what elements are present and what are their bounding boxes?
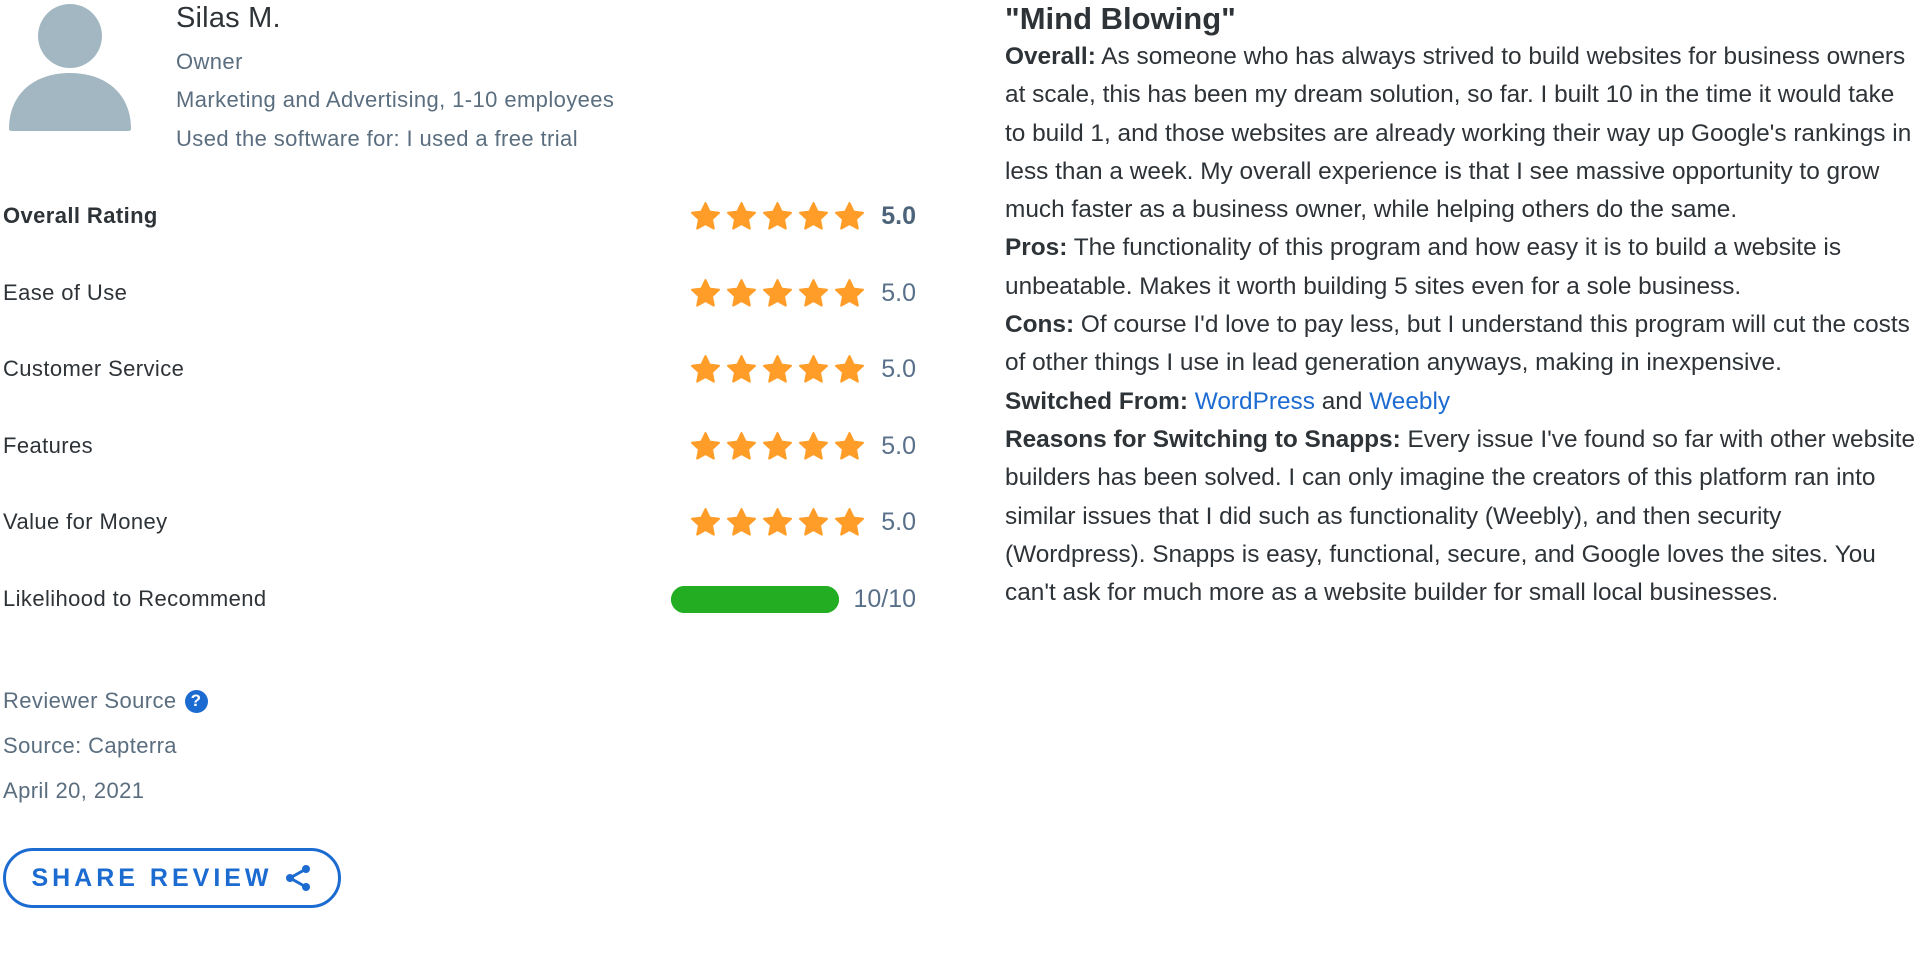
star-icon: [835, 507, 864, 536]
rating-row: Ease of Use 5.0: [0, 273, 916, 313]
reviewer-usage: Used the software for: I used a free tri…: [176, 126, 578, 151]
rating-score: 5.0: [690, 354, 916, 385]
star-icon: [727, 431, 756, 460]
source-text: Source: Capterra: [3, 733, 177, 758]
reviewer-company-size: 1-10 employees: [452, 87, 615, 112]
rating-row: Customer Service 5.0: [0, 349, 916, 389]
review-cons: Cons: Of course I'd love to pay less, bu…: [1005, 306, 1920, 383]
user-silhouette-icon: [9, 4, 131, 131]
rating-label: Value for Money: [3, 509, 168, 534]
rating-row: Value for Money 5.0: [0, 502, 916, 542]
star-icon: [835, 278, 864, 307]
reviewer-source: Reviewer Source ?: [3, 688, 208, 714]
star-rating: [690, 431, 865, 462]
star-icon: [727, 201, 756, 230]
star-icon: [763, 354, 792, 383]
star-icon: [835, 354, 864, 383]
pros-label: Pros:: [1005, 234, 1068, 262]
recommend-row: Likelihood to Recommend 10/10: [0, 579, 916, 619]
star-icon: [727, 354, 756, 383]
switched-conj: and: [1321, 387, 1363, 415]
reviewer-name: Silas M.: [176, 2, 281, 34]
rating-score: 5.0: [690, 431, 916, 462]
rating-score: 5.0: [690, 278, 916, 309]
recommend-progress-fill: [671, 585, 840, 613]
recommend-score: 10/10: [671, 585, 916, 614]
star-icon: [691, 354, 720, 383]
star-icon: [727, 507, 756, 536]
star-icon: [691, 278, 720, 307]
share-review-label: SHARE REVIEW: [31, 863, 273, 892]
star-icon: [799, 278, 828, 307]
review-pros: Pros: The functionality of this program …: [1005, 229, 1920, 306]
star-icon: [763, 431, 792, 460]
rating-score: 5.0: [690, 507, 916, 538]
rating-label: Features: [3, 433, 94, 458]
link-wordpress[interactable]: WordPress: [1195, 388, 1315, 415]
recommend-value: 10/10: [853, 584, 916, 613]
reviewer-role: Owner: [176, 49, 243, 74]
star-icon: [799, 507, 828, 536]
star-icon: [691, 431, 720, 460]
review-switched-from: Switched From: WordPress and Weebly: [1005, 383, 1920, 421]
reasons-label: Reasons for Switching to Snapps:: [1005, 425, 1401, 453]
rating-row: Features 5.0: [0, 426, 916, 466]
pros-text: The functionality of this program and ho…: [1005, 234, 1842, 300]
review-reasons: Reasons for Switching to Snapps: Every i…: [1005, 421, 1920, 612]
link-weebly[interactable]: Weebly: [1369, 388, 1450, 415]
rating-label: Ease of Use: [3, 280, 128, 305]
rating-label: Customer Service: [3, 356, 185, 381]
review-body: "Mind Blowing" Overall: As someone who h…: [1005, 0, 1920, 612]
rating-value: 5.0: [881, 507, 916, 536]
reviewer-industry-size: Marketing and Advertising, 1-10 employee…: [176, 87, 614, 113]
switched-label: Switched From:: [1005, 387, 1188, 415]
review-date: April 20, 2021: [3, 778, 145, 803]
question-circle-icon[interactable]: ?: [184, 689, 208, 713]
star-rating: [690, 507, 865, 538]
star-icon: [763, 201, 792, 230]
star-icon: [763, 507, 792, 536]
star-icon: [799, 431, 828, 460]
rating-label: Overall Rating: [3, 203, 158, 228]
star-rating: [690, 354, 865, 385]
rating-value: 5.0: [881, 354, 916, 383]
recommend-progress-bar: [671, 585, 840, 613]
star-icon: [799, 354, 828, 383]
review-title: "Mind Blowing": [1005, 1, 1236, 36]
cons-label: Cons:: [1005, 311, 1075, 339]
review-overall: Overall: As someone who has always striv…: [1005, 38, 1920, 229]
cons-text: Of course I'd love to pay less, but I un…: [1005, 311, 1910, 377]
rating-value: 5.0: [881, 201, 916, 230]
share-icon: [285, 865, 310, 891]
star-icon: [799, 201, 828, 230]
star-icon: [763, 278, 792, 307]
star-icon: [835, 201, 864, 230]
star-rating: [690, 278, 865, 309]
star-icon: [691, 507, 720, 536]
rating-value: 5.0: [881, 278, 916, 307]
share-review-button[interactable]: SHARE REVIEW: [3, 848, 341, 908]
overall-text: As someone who has always strived to bui…: [1005, 43, 1912, 224]
separator-comma: ,: [439, 87, 453, 112]
overall-label: Overall:: [1005, 43, 1096, 70]
reviewer-source-label: Reviewer Source: [3, 688, 177, 713]
rating-row: Overall Rating 5.0: [0, 196, 916, 236]
star-icon: [691, 201, 720, 230]
recommend-label: Likelihood to Recommend: [3, 586, 267, 611]
star-icon: [727, 278, 756, 307]
reviewer-industry: Marketing and Advertising: [176, 87, 440, 112]
star-rating: [690, 201, 865, 232]
rating-score: 5.0: [690, 201, 916, 232]
star-icon: [835, 431, 864, 460]
rating-value: 5.0: [881, 431, 916, 460]
